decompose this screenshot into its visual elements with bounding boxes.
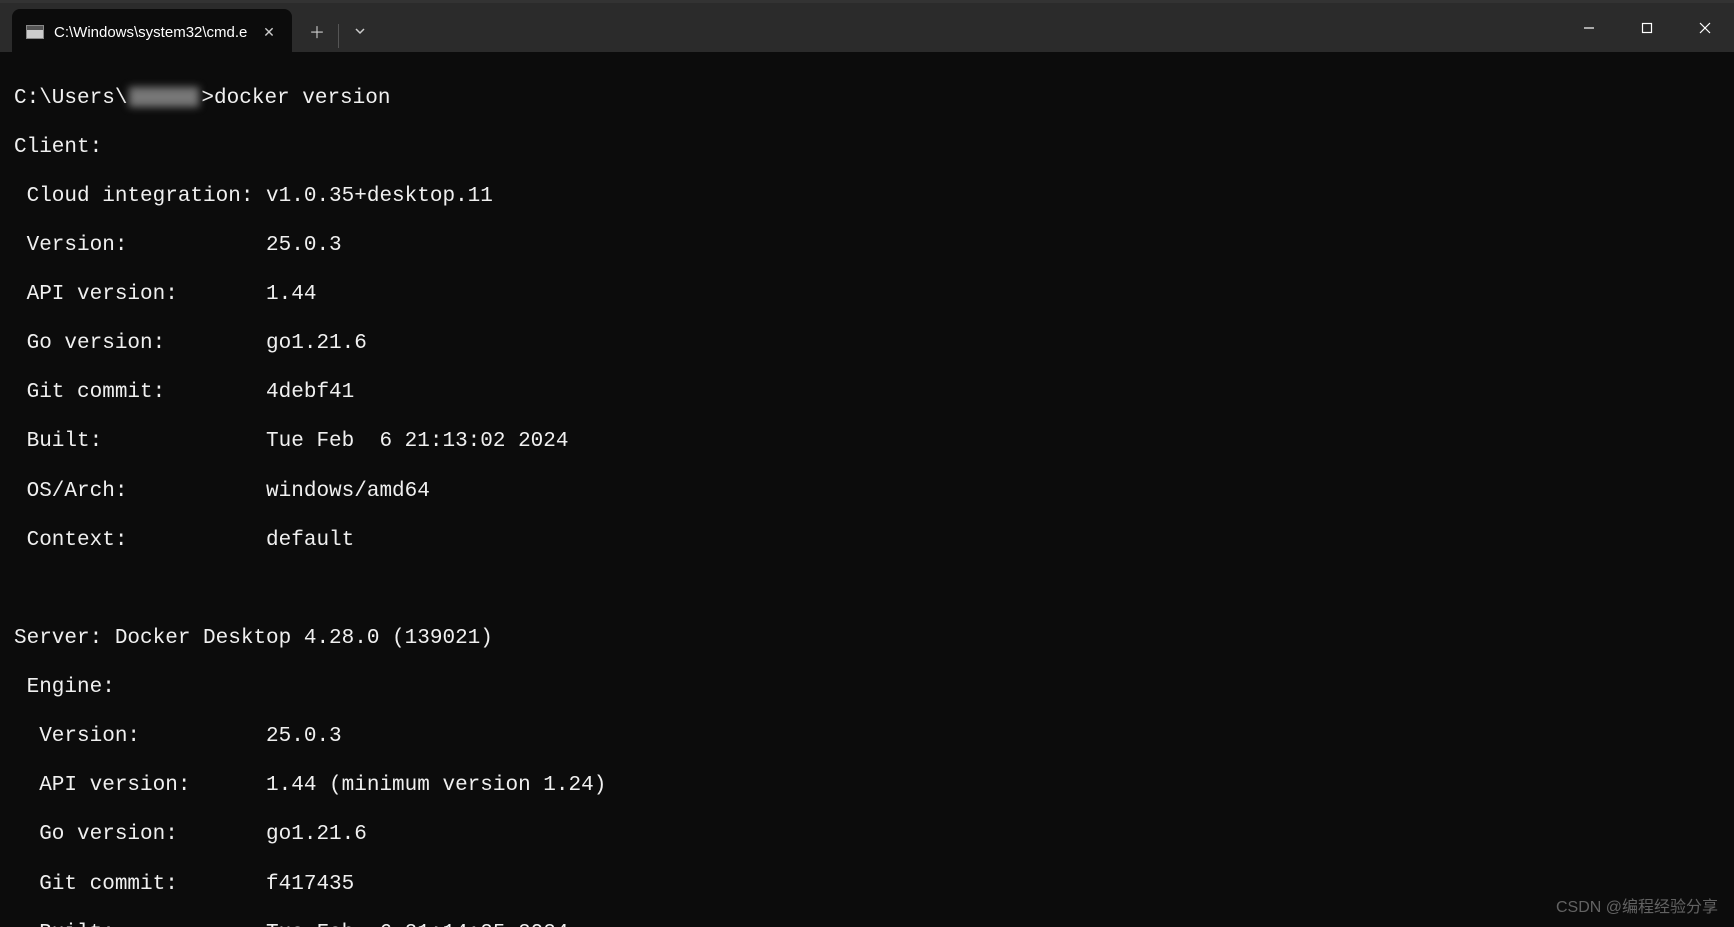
command-text: docker version	[214, 87, 390, 112]
window-controls	[1560, 3, 1734, 52]
client-line: Context: default	[14, 529, 1720, 554]
client-line: Git commit: 4debf41	[14, 381, 1720, 406]
close-tab-icon[interactable]: ✕	[258, 21, 280, 43]
tab-dropdown-button[interactable]	[339, 8, 381, 54]
close-icon	[1699, 22, 1711, 34]
engine-line: Git commit: f417435	[14, 873, 1720, 898]
engine-line: API version: 1.44 (minimum version 1.24)	[14, 774, 1720, 799]
tab-actions: ＋	[296, 3, 381, 52]
engine-line: Version: 25.0.3	[14, 725, 1720, 750]
engine-line: Go version: go1.21.6	[14, 823, 1720, 848]
client-line: Go version: go1.21.6	[14, 332, 1720, 357]
prompt-line: C:\Users\ >docker version	[14, 87, 1720, 112]
close-window-button[interactable]	[1676, 3, 1734, 52]
client-line: Version: 25.0.3	[14, 234, 1720, 259]
client-line: API version: 1.44	[14, 283, 1720, 308]
maximize-button[interactable]	[1618, 3, 1676, 52]
client-header: Client:	[14, 136, 1720, 161]
server-header: Server: Docker Desktop 4.28.0 (139021)	[14, 627, 1720, 652]
client-line: Built: Tue Feb 6 21:13:02 2024	[14, 430, 1720, 455]
blank-line	[14, 578, 1720, 603]
maximize-icon	[1641, 22, 1653, 34]
prompt-prefix: C:\Users\	[14, 87, 127, 112]
minimize-icon	[1583, 22, 1595, 34]
minimize-button[interactable]	[1560, 3, 1618, 52]
watermark: CSDN @编程经验分享	[1556, 893, 1718, 917]
prompt-suffix: >	[201, 87, 214, 112]
engine-header: Engine:	[14, 676, 1720, 701]
titlebar-drag-area[interactable]	[381, 3, 1560, 52]
redacted-username	[129, 87, 199, 107]
engine-line: Built: Tue Feb 6 21:14:25 2024	[14, 922, 1720, 927]
terminal-window: C:\Windows\system32\cmd.e ✕ ＋ C:\Users\ >…	[0, 0, 1734, 927]
chevron-down-icon	[354, 25, 366, 37]
cmd-icon	[26, 25, 44, 39]
terminal-output[interactable]: C:\Users\ >docker version Client: Cloud i…	[0, 52, 1734, 927]
titlebar: C:\Windows\system32\cmd.e ✕ ＋	[0, 0, 1734, 52]
client-line: Cloud integration: v1.0.35+desktop.11	[14, 185, 1720, 210]
tab-title: C:\Windows\system32\cmd.e	[54, 24, 248, 41]
client-line: OS/Arch: windows/amd64	[14, 480, 1720, 505]
new-tab-button[interactable]: ＋	[296, 8, 338, 54]
tab-active[interactable]: C:\Windows\system32\cmd.e ✕	[12, 9, 292, 55]
